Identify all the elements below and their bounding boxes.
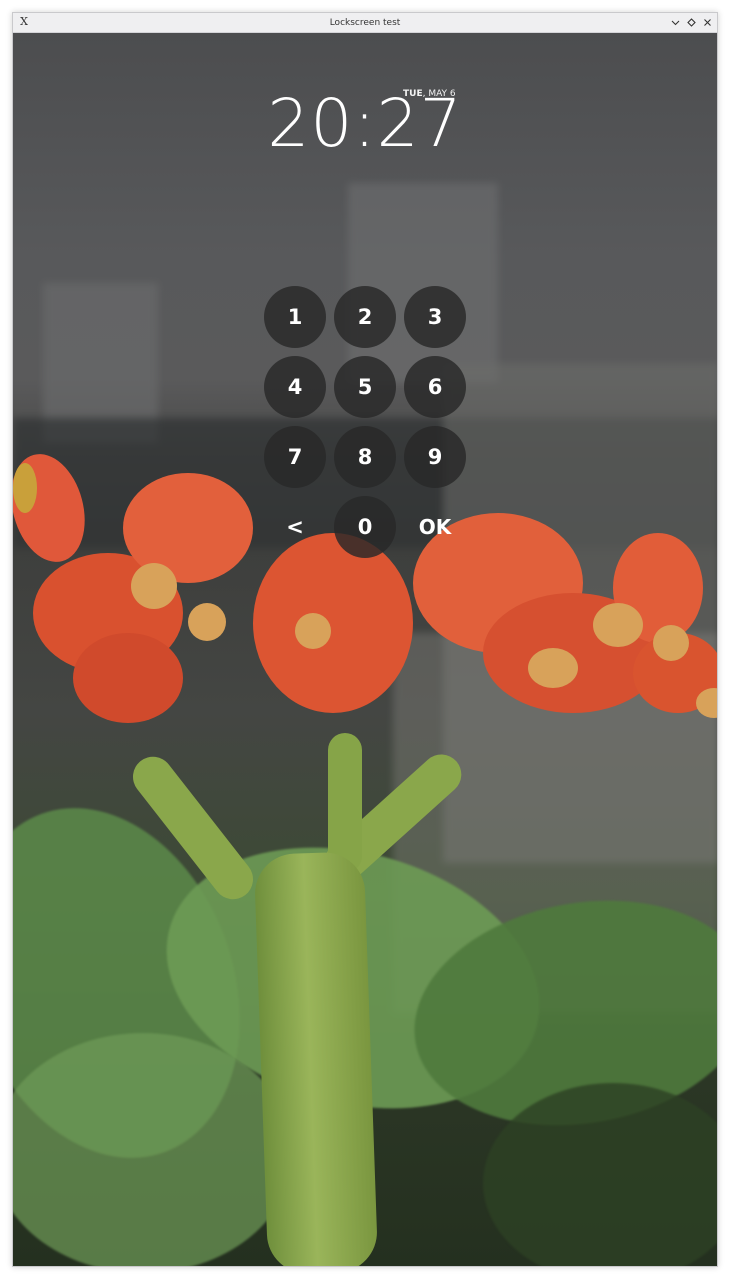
maximize-icon	[687, 17, 696, 27]
wallpaper-bud	[131, 563, 177, 609]
minimize-button[interactable]	[670, 15, 681, 29]
key-0[interactable]: 0	[334, 496, 396, 558]
key-9[interactable]: 9	[404, 426, 466, 488]
key-5[interactable]: 5	[334, 356, 396, 418]
wallpaper-flower	[73, 633, 183, 723]
window-controls	[670, 15, 713, 29]
key-7[interactable]: 7	[264, 426, 326, 488]
close-icon	[704, 18, 711, 26]
ok-key[interactable]: OK	[404, 496, 466, 558]
wallpaper-bud	[593, 603, 643, 647]
wallpaper-bud	[528, 648, 578, 688]
x11-app-icon: X	[20, 15, 28, 28]
key-3[interactable]: 3	[404, 286, 466, 348]
window-title: Lockscreen test	[329, 17, 401, 28]
lockscreen: TUE, MAY 6 20:27 1 2 3 4 5 6 7 8 9 < 0 O…	[13, 33, 717, 1266]
wallpaper-bud	[13, 463, 37, 513]
title-bar[interactable]: X Lockscreen test	[13, 13, 717, 33]
wallpaper-stem	[253, 851, 379, 1266]
wallpaper-bud	[295, 613, 331, 649]
close-button[interactable]	[702, 15, 713, 29]
wallpaper-flower	[253, 533, 413, 713]
key-4[interactable]: 4	[264, 356, 326, 418]
key-6[interactable]: 6	[404, 356, 466, 418]
pin-keypad: 1 2 3 4 5 6 7 8 9 < 0 OK	[264, 286, 466, 558]
wallpaper-stem	[328, 733, 362, 873]
wallpaper-bud	[188, 603, 226, 641]
app-window: X Lockscreen test TUE, MAY 6 20:27 1 2 3…	[12, 12, 718, 1267]
backspace-key[interactable]: <	[264, 496, 326, 558]
key-1[interactable]: 1	[264, 286, 326, 348]
key-8[interactable]: 8	[334, 426, 396, 488]
maximize-button[interactable]	[686, 15, 697, 29]
minimize-icon	[671, 20, 680, 25]
wallpaper-bud	[653, 625, 689, 661]
key-2[interactable]: 2	[334, 286, 396, 348]
clock-time: 20:27	[267, 85, 463, 162]
